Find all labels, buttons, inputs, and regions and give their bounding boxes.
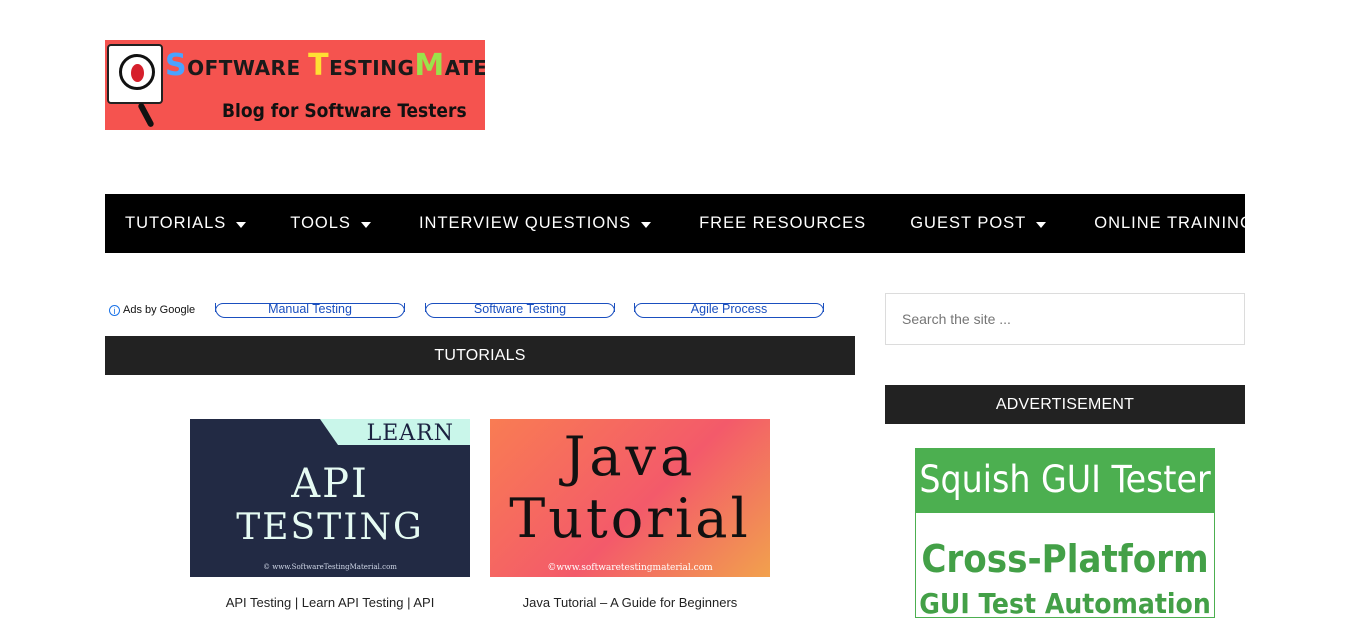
magnifier-handle [137, 102, 155, 128]
nav-item-label: GUEST POST [910, 214, 1027, 232]
thumb-learn-text: LEARN [366, 421, 454, 446]
main-nav: TUTORIALS TOOLS INTERVIEW QUESTIONS FREE… [105, 194, 1253, 253]
nav-item-label: INTERVIEW QUESTIONS [418, 214, 632, 232]
ad-line-2: GUI Test Automation [919, 587, 1211, 618]
ads-info-label: Ads by Google [123, 304, 196, 316]
ad-link-agile-process[interactable]: Agile Process [634, 303, 824, 318]
nav-item-free-resources[interactable]: FREE RESOURCES [699, 214, 866, 233]
ad-link-manual-testing[interactable]: Manual Testing [215, 303, 405, 318]
nav-item-interview-questions[interactable]: INTERVIEW QUESTIONS [418, 214, 652, 233]
thumb-line-1: API [291, 461, 369, 507]
thumb-url: ©www.softwaretestingmaterial.com [547, 563, 713, 573]
advertisement-heading: ADVERTISEMENT [885, 385, 1245, 424]
info-icon: i [109, 304, 120, 316]
nav-item-label: TOOLS [290, 214, 351, 232]
nav-item-tutorials[interactable]: TUTORIALS [125, 214, 247, 233]
tutorials-heading: TUTORIALS [105, 336, 855, 375]
java-tutorial-caption-link[interactable]: Java Tutorial – A Guide for Beginners [470, 595, 790, 610]
thumb-line-2: Tutorial [509, 487, 751, 550]
nav-item-label: ONLINE TRAINING [1094, 214, 1254, 232]
nav-item-tools[interactable]: TOOLS [290, 214, 371, 233]
caret-down-icon [1036, 221, 1047, 228]
caret-down-icon [641, 221, 652, 228]
java-tutorial-thumbnail[interactable]: Java Tutorial ©www.softwaretestingmateri… [490, 419, 770, 577]
nav-item-guest-post[interactable]: GUEST POST [910, 214, 1047, 233]
thumb-line-1: Java [563, 425, 697, 488]
caret-down-icon [236, 221, 247, 228]
nav-item-online-training[interactable]: ONLINE TRAINING [1094, 214, 1254, 233]
site-logo[interactable]: SOFTWARE TESTINGMATERIAL Blog for Softwa… [105, 40, 485, 130]
ad-line-1: Cross-Platform [921, 537, 1209, 581]
thumb-url: © www.SoftwareTestingMaterial.com [263, 563, 397, 571]
ads-by-google[interactable]: i Ads by Google [109, 304, 195, 316]
squish-ad-banner[interactable]: Squish GUI Tester Cross-Platform GUI Tes… [915, 448, 1215, 618]
logo-tagline: Blog for Software Testers [222, 100, 467, 122]
ad-link-software-testing[interactable]: Software Testing [425, 303, 615, 318]
magnifier-bug-icon [107, 44, 163, 104]
nav-item-label: TUTORIALS [125, 214, 227, 232]
caret-down-icon [360, 221, 371, 228]
ad-title: Squish GUI Tester [916, 449, 1214, 513]
search-input[interactable] [885, 293, 1245, 345]
logo-title: SOFTWARE TESTINGMATERIAL [165, 48, 485, 83]
nav-item-label: FREE RESOURCES [699, 214, 867, 232]
api-testing-caption-link[interactable]: API Testing | Learn API Testing | API [170, 595, 490, 610]
thumb-line-2: TESTING [236, 507, 424, 548]
api-testing-thumbnail[interactable]: LEARN API TESTING © www.SoftwareTestingM… [190, 419, 470, 577]
